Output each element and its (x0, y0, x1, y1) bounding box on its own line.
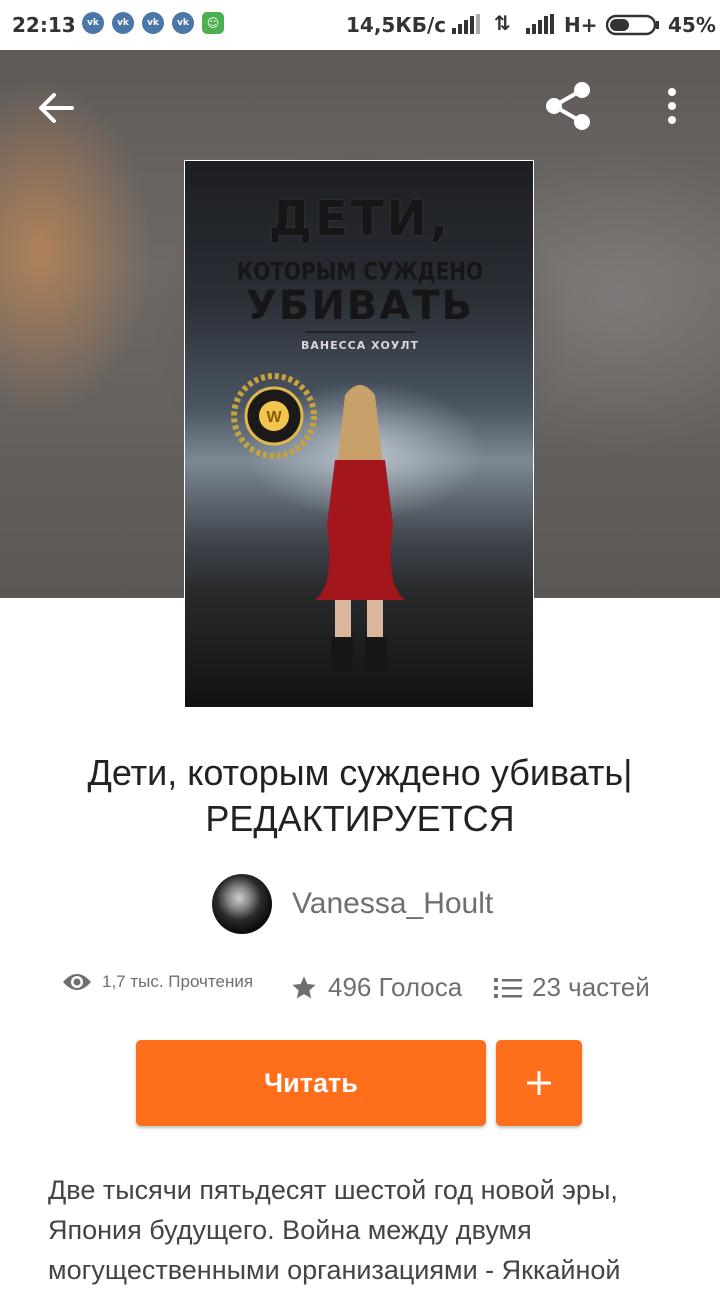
signal-icon (526, 14, 554, 34)
cover-title-line1: ДЕТИ, (269, 191, 451, 247)
game-icon: ☺ (202, 12, 224, 34)
cover-title-line2: КОТОРЫМ СУЖДЕНО (236, 256, 484, 286)
votes-count: 496 Голоса (328, 972, 463, 1002)
star-icon (292, 975, 316, 998)
vk-icon: vk (112, 12, 134, 34)
author-name[interactable]: Vanessa_Hoult (292, 887, 493, 921)
vk-icon: vk (172, 12, 194, 34)
notification-icons: vk vk vk vk ☺ (82, 12, 224, 34)
author-avatar[interactable] (212, 874, 272, 934)
vk-icon: vk (82, 12, 104, 34)
parts-stat: 23 частей (494, 972, 650, 1003)
data-transfer-icon: ⇅ (494, 11, 511, 35)
share-icon[interactable] (540, 78, 596, 134)
book-title: Дети, которым суждено убивать| РЕДАКТИРУ… (87, 752, 633, 839)
battery-icon (606, 14, 659, 36)
battery-percent: 45% (668, 13, 716, 37)
plus-icon (527, 1071, 551, 1095)
network-speed: 14,5КБ/с (346, 13, 447, 37)
reads-count: 1,7 тыс. Прочтения (102, 972, 254, 991)
cover-title-line3: УБИВАТЬ (245, 283, 475, 329)
parts-count: 23 частей (532, 972, 650, 1002)
reads-stat: 1,7 тыс. Прочтения (62, 972, 253, 992)
list-icon (494, 977, 522, 998)
network-type: H+ (564, 13, 598, 37)
eye-icon (63, 974, 91, 990)
add-to-library-button[interactable] (496, 1040, 582, 1126)
book-cover[interactable]: ДЕТИ, КОТОРЫМ СУЖДЕНО УБИВАТЬ ВАНЕССА ХО… (184, 160, 534, 708)
author-link[interactable]: Vanessa_Hoult (212, 874, 493, 934)
cover-author: ВАНЕССА ХОУЛТ (300, 339, 420, 352)
read-button[interactable]: Читать (136, 1040, 486, 1126)
vk-icon: vk (142, 12, 164, 34)
book-description: Две тысячи пятьдесят шестой год новой эр… (48, 1175, 621, 1285)
back-arrow-icon[interactable] (34, 86, 78, 130)
book-stats: 1,7 тыс. Прочтения 496 Голоса 23 частей (62, 972, 682, 1012)
cover-girl-figure (315, 385, 405, 671)
signal-icon (452, 14, 480, 34)
votes-stat: 496 Голоса (290, 972, 462, 1003)
status-time: 22:13 (12, 13, 76, 37)
badge-letter: W (266, 409, 282, 426)
cover-divider (305, 331, 415, 333)
status-bar: 22:13 vk vk vk vk ☺ 14,5КБ/с ⇅ H+ 45% (0, 0, 720, 50)
more-vertical-icon[interactable] (656, 84, 688, 128)
